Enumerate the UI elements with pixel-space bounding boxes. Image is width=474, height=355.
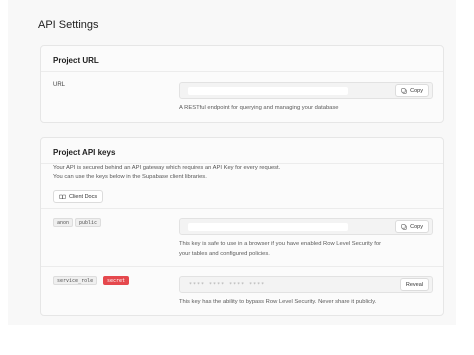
client-docs-button[interactable]: Client Docs (53, 190, 104, 203)
reveal-label: Reveal (405, 281, 423, 288)
copy-anon-key-button[interactable]: Copy (395, 220, 429, 233)
url-label: URL (53, 82, 66, 88)
api-keys-title: Project API keys (53, 148, 116, 157)
api-keys-description-2: You can use the keys below in the Supaba… (53, 174, 207, 180)
divider (41, 266, 443, 267)
anon-help-2: your tables and configured policies. (179, 251, 270, 257)
copy-url-label: Copy (410, 87, 423, 94)
masked-key-value: **** **** **** **** (189, 282, 266, 288)
url-field[interactable]: Copy (179, 82, 433, 99)
copy-icon (401, 87, 407, 94)
project-url-card: Project URL URL Copy A RESTful endpoint … (40, 45, 444, 123)
secret-badge: secret (103, 276, 130, 285)
anon-tag: anon (53, 218, 74, 227)
copy-url-button[interactable]: Copy (395, 84, 429, 97)
url-value (188, 87, 348, 95)
service-role-tag: service_role (53, 276, 98, 285)
client-docs-label: Client Docs (69, 193, 98, 200)
settings-page: API Settings Project URL URL Copy A REST… (8, 0, 456, 325)
copy-icon (401, 223, 407, 230)
service-role-help: This key has the ability to bypass Row L… (179, 299, 377, 305)
reveal-button[interactable]: Reveal (399, 278, 429, 291)
url-help-text: A RESTful endpoint for querying and mana… (179, 105, 339, 111)
anon-key-value (188, 223, 348, 231)
service-role-key-field[interactable]: **** **** **** **** Reveal (179, 276, 433, 293)
card-header: Project API keys (41, 138, 443, 164)
card-header: Project URL (41, 46, 443, 72)
anon-help-1: This key is safe to use in a browser if … (179, 241, 382, 247)
project-url-title: Project URL (53, 56, 99, 65)
copy-anon-key-label: Copy (410, 223, 423, 230)
book-icon (59, 194, 66, 200)
api-keys-card: Project API keys Your API is secured beh… (40, 137, 444, 316)
anon-key-field[interactable]: Copy (179, 218, 433, 235)
page-title: API Settings (38, 19, 99, 31)
public-tag: public (75, 218, 102, 227)
divider (41, 208, 443, 209)
